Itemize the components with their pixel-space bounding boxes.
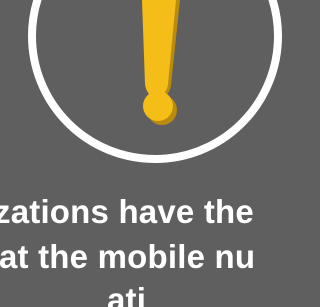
alert-message: zations have the at the mobile nu ati xyxy=(0,190,311,307)
message-line-1: zations have the xyxy=(0,193,254,230)
message-line-3: ati xyxy=(107,281,147,307)
message-line-2: at the mobile nu xyxy=(0,238,256,275)
exclamation-dot xyxy=(143,91,173,121)
